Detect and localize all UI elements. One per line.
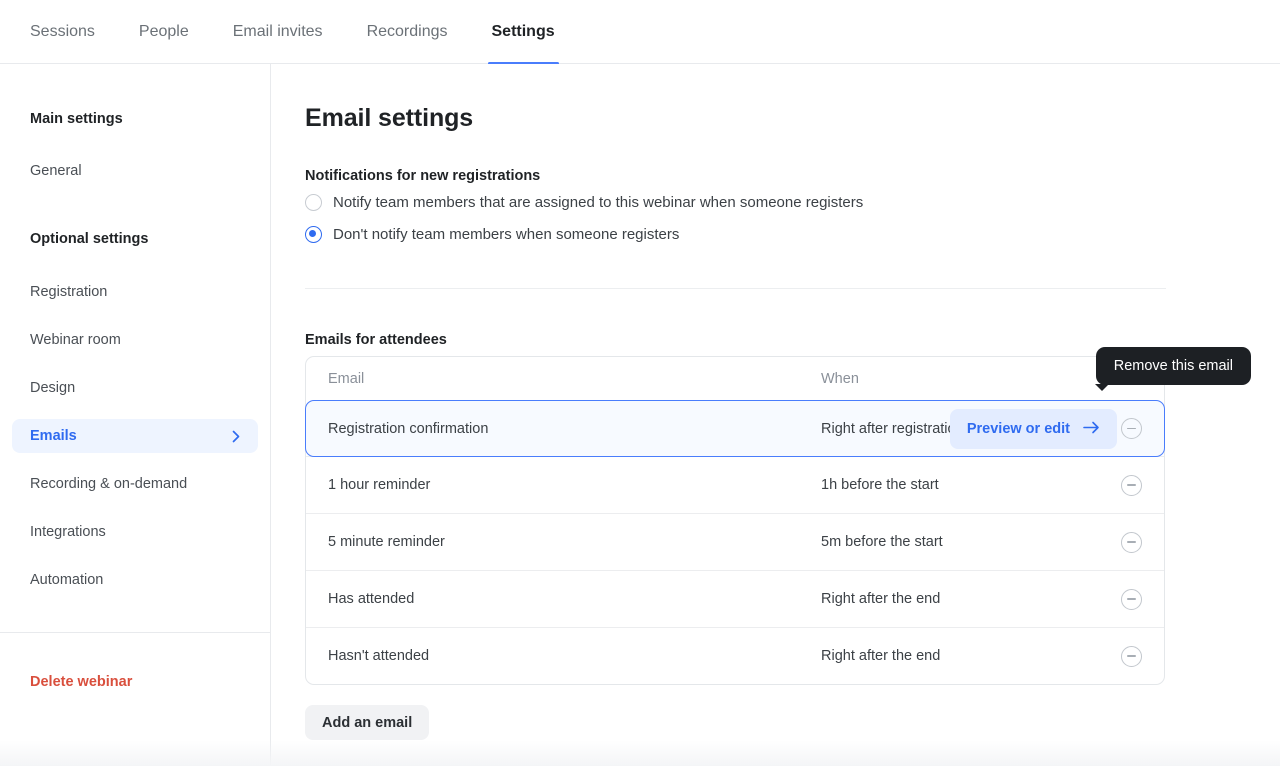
add-an-email-button[interactable]: Add an email <box>305 705 429 740</box>
column-header-when: When <box>821 371 1112 387</box>
chevron-right-icon <box>232 430 240 443</box>
sidebar-item-design[interactable]: Design <box>12 371 258 405</box>
top-navigation-bar: Sessions People Email invites Recordings… <box>0 0 1280 64</box>
sidebar-item-recording-on-demand[interactable]: Recording & on-demand <box>12 467 258 501</box>
section-divider <box>305 288 1166 289</box>
settings-sidebar: Main settings General Optional settings … <box>0 64 271 766</box>
radio-option-label: Notify team members that are assigned to… <box>333 194 863 211</box>
cell-email: Hasn't attended <box>328 648 821 664</box>
tab-label: Email invites <box>233 23 323 41</box>
sidebar-item-label: General <box>30 163 82 179</box>
minus-icon <box>1127 541 1136 542</box>
cell-actions <box>1112 475 1142 496</box>
minus-icon <box>1127 598 1136 599</box>
preview-or-edit-button[interactable]: Preview or edit <box>950 409 1117 449</box>
column-header-email: Email <box>328 371 821 387</box>
minus-icon <box>1127 484 1136 485</box>
remove-email-button[interactable] <box>1121 418 1142 439</box>
tab-label: Sessions <box>30 23 95 41</box>
remove-email-tooltip: Remove this email <box>1096 347 1251 385</box>
cell-actions <box>1112 646 1142 667</box>
cell-when: 5m before the start <box>821 534 1112 550</box>
cell-email: Registration confirmation <box>328 421 821 437</box>
remove-email-button[interactable] <box>1121 475 1142 496</box>
minus-icon <box>1127 655 1136 656</box>
delete-webinar-link[interactable]: Delete webinar <box>0 674 270 690</box>
sidebar-item-webinar-room[interactable]: Webinar room <box>12 323 258 357</box>
radio-unselected-icon[interactable] <box>305 194 322 211</box>
cell-when: Right after the end <box>821 591 1112 607</box>
main-content: Email settings Notifications for new reg… <box>271 64 1280 766</box>
emails-table: Email When Registration confirmation Rig… <box>305 356 1165 685</box>
remove-email-button[interactable] <box>1121 646 1142 667</box>
sidebar-item-label: Registration <box>30 284 107 300</box>
table-row[interactable]: 1 hour reminder 1h before the start <box>306 456 1164 513</box>
notifications-section: Notifications for new registrations Noti… <box>305 168 1205 248</box>
cell-when: 1h before the start <box>821 477 1112 493</box>
sidebar-item-label: Webinar room <box>30 332 121 348</box>
notifications-label: Notifications for new registrations <box>305 168 1205 184</box>
sidebar-item-registration[interactable]: Registration <box>12 275 258 309</box>
cell-email: Has attended <box>328 591 821 607</box>
arrow-right-icon <box>1083 421 1100 438</box>
table-row[interactable]: Hasn't attended Right after the end <box>306 627 1164 684</box>
cell-actions <box>1112 589 1142 610</box>
tab-list: Sessions People Email invites Recordings… <box>0 0 1280 64</box>
radio-selected-icon[interactable] <box>305 226 322 243</box>
radio-option-notify-team[interactable]: Notify team members that are assigned to… <box>305 188 1205 216</box>
cell-when: Right after the end <box>821 648 1112 664</box>
remove-email-button[interactable] <box>1121 589 1142 610</box>
tab-settings[interactable]: Settings <box>470 0 577 64</box>
tab-label: People <box>139 23 189 41</box>
emails-table-label: Emails for attendees <box>305 332 447 348</box>
tab-email-invites[interactable]: Email invites <box>211 0 345 64</box>
radio-option-dont-notify-team[interactable]: Don't notify team members when someone r… <box>305 220 1205 248</box>
tab-sessions[interactable]: Sessions <box>30 0 117 64</box>
sidebar-heading-optional-settings: Optional settings <box>0 228 270 250</box>
sidebar-item-label: Emails <box>30 428 77 444</box>
table-row[interactable]: 5 minute reminder 5m before the start <box>306 513 1164 570</box>
page-title: Email settings <box>305 104 473 133</box>
cell-email: 5 minute reminder <box>328 534 821 550</box>
cell-email: 1 hour reminder <box>328 477 821 493</box>
sidebar-heading-main-settings: Main settings <box>0 108 270 130</box>
sidebar-item-label: Automation <box>30 572 103 588</box>
preview-or-edit-label: Preview or edit <box>967 421 1070 437</box>
minus-icon <box>1127 428 1136 429</box>
table-header-row: Email When <box>306 357 1164 401</box>
sidebar-item-general[interactable]: General <box>12 154 258 188</box>
sidebar-item-label: Design <box>30 380 75 396</box>
tab-label: Settings <box>492 23 555 41</box>
sidebar-item-label: Integrations <box>30 524 106 540</box>
tab-recordings[interactable]: Recordings <box>345 0 470 64</box>
tab-people[interactable]: People <box>117 0 211 64</box>
sidebar-item-automation[interactable]: Automation <box>12 563 258 597</box>
remove-email-button[interactable] <box>1121 532 1142 553</box>
sidebar-item-emails[interactable]: Emails <box>12 419 258 453</box>
radio-option-label: Don't notify team members when someone r… <box>333 226 679 243</box>
table-row[interactable]: Has attended Right after the end <box>306 570 1164 627</box>
cell-actions <box>1112 532 1142 553</box>
table-row[interactable]: Registration confirmation Right after re… <box>305 400 1165 457</box>
tab-label: Recordings <box>367 23 448 41</box>
sidebar-item-integrations[interactable]: Integrations <box>12 515 258 549</box>
sidebar-item-label: Recording & on-demand <box>30 476 187 492</box>
